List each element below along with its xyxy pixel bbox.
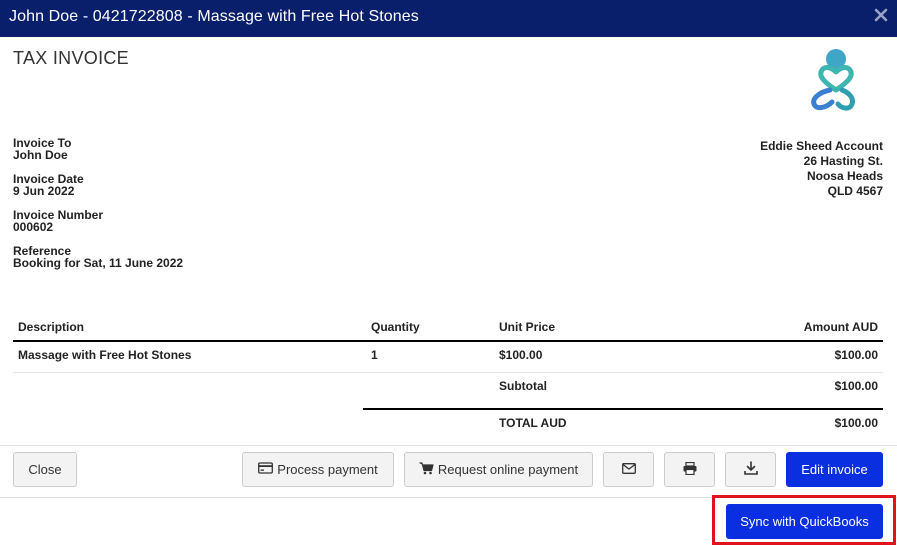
subtotal-value: $100.00 — [834, 379, 878, 393]
row-divider — [13, 372, 883, 373]
edit-invoice-label: Edit invoice — [801, 462, 868, 477]
business-address: Eddie Sheed Account 26 Hasting St. Noosa… — [760, 139, 883, 199]
brand-logo-icon — [806, 46, 860, 114]
invoice-date-value: 9 Jun 2022 — [13, 184, 75, 198]
invoice-number-value: 000602 — [13, 220, 54, 234]
email-button[interactable] — [603, 452, 654, 487]
address-line: Eddie Sheed Account — [760, 139, 883, 153]
address-line: Noosa Heads — [806, 169, 883, 183]
subtotal-label: Subtotal — [499, 379, 547, 393]
invoice-heading: TAX INVOICE — [13, 48, 129, 68]
header-quantity: Quantity — [371, 320, 420, 334]
row-description: Massage with Free Hot Stones — [18, 348, 192, 362]
close-button[interactable]: Close — [13, 452, 77, 487]
header-amount: Amount AUD — [803, 320, 878, 334]
modal-title-bar: John Doe - 0421722808 - Massage with Fre… — [0, 0, 897, 37]
cart-icon — [419, 461, 438, 478]
row-unit-price: $100.00 — [499, 348, 543, 362]
reference-value: Booking for Sat, 11 June 2022 — [13, 256, 184, 270]
footer-divider — [0, 445, 897, 446]
address-line: QLD 4567 — [827, 184, 883, 198]
invoice-number: Invoice Number 000602 — [13, 209, 183, 233]
edit-invoice-button[interactable]: Edit invoice — [786, 452, 883, 487]
header-description: Description — [18, 320, 85, 334]
printer-icon — [683, 461, 697, 478]
invoice-to: Invoice To John Doe — [13, 137, 183, 161]
download-button[interactable] — [725, 452, 776, 487]
header-unit-price: Unit Price — [499, 320, 556, 334]
process-payment-button[interactable]: Process payment — [242, 452, 394, 487]
row-amount: $100.00 — [834, 348, 878, 362]
highlight-box — [712, 495, 896, 545]
close-button-label: Close — [28, 462, 62, 477]
total-label: TOTAL AUD — [499, 416, 567, 430]
print-button[interactable] — [664, 452, 715, 487]
credit-card-icon — [258, 462, 277, 477]
modal-title: John Doe - 0421722808 - Massage with Fre… — [9, 8, 419, 25]
invoice-to-value: John Doe — [13, 148, 68, 162]
table-header-divider — [13, 340, 883, 342]
total-value: $100.00 — [834, 416, 878, 430]
invoice-reference: Reference Booking for Sat, 11 June 2022 — [13, 245, 183, 269]
envelope-icon — [621, 462, 636, 477]
request-online-payment-label: Request online payment — [437, 462, 579, 477]
row-quantity: 1 — [371, 348, 378, 362]
invoice-date: Invoice Date 9 Jun 2022 — [13, 173, 183, 197]
request-online-payment-button[interactable]: Request online payment — [404, 452, 593, 487]
invoice-details: Invoice To John Doe Invoice Date 9 Jun 2… — [13, 137, 183, 281]
close-icon[interactable] — [874, 8, 888, 22]
address-line: 26 Hasting St. — [803, 154, 883, 168]
total-divider — [363, 408, 883, 410]
process-payment-label: Process payment — [277, 462, 378, 477]
download-icon — [743, 461, 758, 478]
